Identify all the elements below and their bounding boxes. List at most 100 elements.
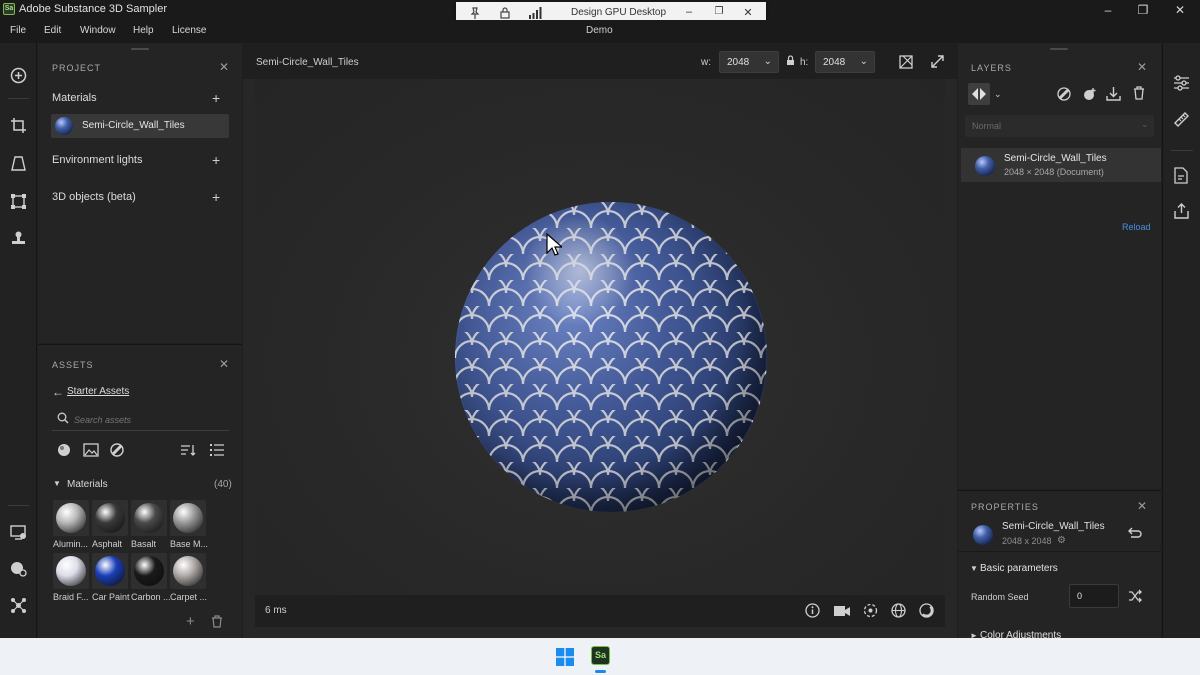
pin-icon[interactable] <box>468 6 482 20</box>
add-environment-icon[interactable]: + <box>212 153 220 167</box>
asset-thumbnail <box>173 556 203 586</box>
asset-label: Braid F... <box>53 592 89 602</box>
environments-filter-icon[interactable] <box>110 443 124 457</box>
remote-minimize-button[interactable]: – <box>682 6 696 20</box>
basic-parameters-section[interactable]: Basic parameters <box>980 563 1058 574</box>
add-layer-icon[interactable] <box>1082 87 1097 101</box>
chevron-down-icon[interactable]: ⌄ <box>994 89 1002 100</box>
collapse-chevron-icon[interactable]: ▼ <box>970 564 978 573</box>
layers-close-icon[interactable]: ✕ <box>1136 61 1148 73</box>
perspective-icon[interactable] <box>10 155 27 172</box>
gear-icon[interactable]: ⚙ <box>1057 535 1066 546</box>
asset-label: Carbon ... <box>131 592 171 602</box>
properties-size: 2048 x 2048 <box>1002 536 1052 546</box>
panel-grip[interactable] <box>131 48 149 50</box>
globe-icon[interactable] <box>891 603 906 618</box>
reset-icon[interactable] <box>1128 527 1142 539</box>
adjustment-layer-icon[interactable] <box>1057 87 1071 101</box>
transform-icon[interactable] <box>10 193 27 210</box>
menu-license[interactable]: License <box>172 25 206 36</box>
material-preview-sphere[interactable] <box>455 202 767 512</box>
blend-mode-select[interactable]: Normal ⌄ <box>965 115 1154 137</box>
search-icon <box>57 412 69 424</box>
width-select[interactable]: 2048 ⌄ <box>719 51 779 73</box>
sort-icon[interactable] <box>180 443 196 457</box>
import-icon[interactable] <box>1106 86 1121 101</box>
materials-category-label[interactable]: Materials <box>67 479 108 490</box>
collapse-chevron-icon[interactable]: ▼ <box>53 479 61 488</box>
random-seed-input[interactable]: 0 <box>1069 584 1119 608</box>
reload-link[interactable]: Reload <box>1122 222 1151 232</box>
menu-window[interactable]: Window <box>80 25 116 36</box>
asset-tile[interactable]: Asphalt <box>92 500 128 550</box>
camera-icon[interactable] <box>833 603 851 618</box>
pattern-toggle-icon[interactable] <box>898 54 914 70</box>
menu-help[interactable]: Help <box>133 25 154 36</box>
images-filter-icon[interactable] <box>83 443 99 457</box>
materials-filter-icon[interactable] <box>57 443 71 457</box>
3d-view-canvas[interactable] <box>255 79 945 595</box>
compare-button[interactable] <box>968 83 990 105</box>
minimize-button[interactable]: – <box>1100 2 1116 18</box>
shuffle-icon[interactable] <box>1128 589 1142 603</box>
asset-tile[interactable]: Braid F... <box>53 553 89 603</box>
close-window-button[interactable]: ✕ <box>1172 2 1188 18</box>
remote-restore-button[interactable]: ❐ <box>712 6 726 20</box>
document-edit-icon[interactable] <box>1174 167 1189 184</box>
back-arrow-icon[interactable]: ← <box>52 385 64 399</box>
node-graph-icon[interactable] <box>10 597 27 614</box>
preview-sphere-icon[interactable] <box>919 603 934 618</box>
panel-grip[interactable] <box>1050 48 1068 50</box>
menu-edit[interactable]: Edit <box>44 25 61 36</box>
height-select[interactable]: 2048 ⌄ <box>815 51 875 73</box>
connection-signal-icon[interactable] <box>528 6 542 20</box>
search-input[interactable] <box>74 412 224 428</box>
trash-icon[interactable] <box>211 615 223 628</box>
stamp-icon[interactable] <box>10 230 27 247</box>
windows-start-icon[interactable] <box>556 648 574 666</box>
assets-close-icon[interactable]: ✕ <box>218 358 230 370</box>
materials-section-label[interactable]: Materials <box>52 92 97 104</box>
remote-close-button[interactable]: ✕ <box>741 6 755 20</box>
add-asset-icon[interactable]: + <box>186 613 195 630</box>
color-settings-icon[interactable] <box>10 560 27 577</box>
lock-icon[interactable] <box>498 6 512 20</box>
asset-tile[interactable]: Carbon ... <box>131 553 171 603</box>
project-material-item[interactable]: Semi-Circle_Wall_Tiles <box>51 114 229 138</box>
aspect-lock-icon[interactable] <box>786 55 795 66</box>
export-screen-icon[interactable] <box>10 524 27 541</box>
asset-thumbnail-frame <box>53 500 89 536</box>
menu-file[interactable]: File <box>10 25 26 36</box>
environment-rotate-icon[interactable] <box>863 603 878 618</box>
layer-info: 2048 × 2048 (Document) <box>1004 167 1104 177</box>
add-icon[interactable] <box>10 67 27 84</box>
share-icon[interactable] <box>1174 203 1189 219</box>
starter-assets-link[interactable]: Starter Assets <box>67 386 129 397</box>
asset-tile[interactable]: Base M... <box>170 500 208 550</box>
adjustments-icon[interactable] <box>1173 75 1190 91</box>
material-thumbnail <box>55 117 73 135</box>
crop-icon[interactable] <box>10 117 27 134</box>
asset-tile[interactable]: Carpet ... <box>170 553 207 603</box>
asset-tile[interactable]: Basalt <box>131 500 167 550</box>
asset-tile[interactable]: Alumin... <box>53 500 89 550</box>
add-object-icon[interactable]: + <box>212 190 220 204</box>
layer-item[interactable]: Semi-Circle_Wall_Tiles 2048 × 2048 (Docu… <box>961 148 1161 182</box>
right-tool-strip <box>1162 43 1200 638</box>
info-icon[interactable] <box>805 603 820 618</box>
project-close-icon[interactable]: ✕ <box>218 61 230 73</box>
properties-close-icon[interactable]: ✕ <box>1136 500 1148 512</box>
fullscreen-icon[interactable] <box>931 55 944 68</box>
objects-section-label[interactable]: 3D objects (beta) <box>52 191 136 203</box>
measure-icon[interactable] <box>1173 111 1190 128</box>
list-view-icon[interactable] <box>210 443 224 457</box>
viewport-footer: 6 ms <box>255 595 945 627</box>
environment-section-label[interactable]: Environment lights <box>52 154 143 166</box>
app-logo: Sa <box>3 3 15 15</box>
sampler-taskbar-icon[interactable]: Sa <box>591 646 610 665</box>
add-material-icon[interactable]: + <box>212 91 220 105</box>
delete-layer-icon[interactable] <box>1133 86 1145 100</box>
asset-tile[interactable]: Car Paint <box>92 553 130 603</box>
viewport-tab[interactable]: Semi-Circle_Wall_Tiles <box>256 57 359 68</box>
maximize-button[interactable]: ❐ <box>1135 2 1151 18</box>
